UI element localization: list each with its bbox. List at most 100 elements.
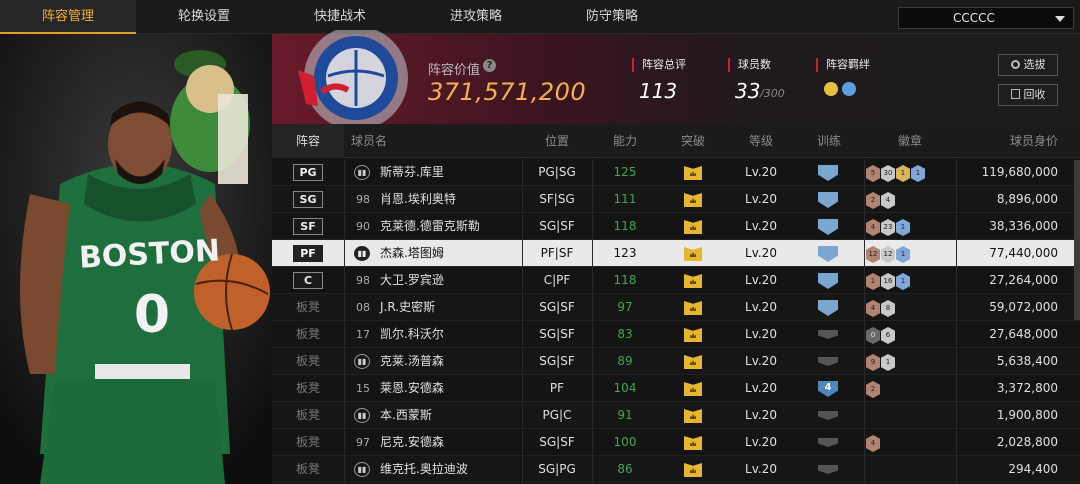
help-icon[interactable]: ? (483, 59, 496, 72)
player-name[interactable]: 克莱.汤普森 (380, 348, 444, 375)
badge-icon[interactable]: 4 (866, 300, 880, 317)
bond-gold-icon[interactable] (824, 82, 838, 96)
recycle-button[interactable]: 回收 (998, 84, 1058, 106)
table-row[interactable]: 板凳 08 J.R.史密斯 SG|SF 97 Lv.20 4 8 59,072,000 (272, 294, 1080, 321)
tab-offense-strategy[interactable]: 进攻策略 (408, 0, 544, 34)
col-player-name[interactable]: 球员名 (344, 124, 394, 158)
tab-quick-tactics[interactable]: 快捷战术 (272, 0, 408, 34)
breakthrough-crown-icon[interactable] (684, 220, 702, 234)
overall-rating-label: 阵容总评 (632, 58, 686, 72)
badge-icon[interactable]: 1 (896, 165, 910, 182)
badge-icon[interactable]: 12 (881, 246, 895, 263)
table-row[interactable]: 板凳 97 尼克.安德森 SG|SF 100 Lv.20 4 2,028,800 (272, 429, 1080, 456)
training-shield-icon[interactable] (818, 300, 838, 316)
col-level[interactable]: 等级 (728, 124, 794, 158)
column-divider (344, 321, 345, 348)
training-shield-icon[interactable] (818, 438, 838, 447)
player-level: Lv.20 (745, 219, 777, 233)
breakthrough-crown-icon[interactable] (684, 382, 702, 396)
training-shield-icon[interactable] (818, 165, 838, 181)
badge-icon[interactable]: 1 (896, 246, 910, 263)
badge-icon[interactable]: 4 (866, 435, 880, 452)
badge-icon[interactable]: 2 (866, 192, 880, 209)
table-row[interactable]: 板凳 ▮▮ 本.西蒙斯 PG|C 91 Lv.20 1,900,800 (272, 402, 1080, 429)
player-name[interactable]: 凯尔.科沃尔 (380, 321, 444, 348)
player-name[interactable]: 尼克.安德森 (380, 429, 444, 456)
badge-icon[interactable]: 9 (866, 354, 880, 371)
col-breakthrough[interactable]: 突破 (658, 124, 728, 158)
player-position: C|PF (543, 273, 571, 287)
lineup-value: 371,571,200 (428, 78, 587, 106)
badge-icon[interactable]: 30 (881, 165, 895, 182)
badge-icon[interactable]: 5 (866, 165, 880, 182)
breakthrough-crown-icon[interactable] (684, 463, 702, 477)
badge-icon[interactable]: 1 (896, 219, 910, 236)
badge-icon[interactable]: 4 (881, 192, 895, 209)
badge-icon[interactable]: 6 (881, 327, 895, 344)
breakthrough-crown-icon[interactable] (684, 166, 702, 180)
table-row[interactable]: PF ▮▮ 杰森.塔图姆 PF|SF 123 Lv.20 12 12 1 77,440,000 (272, 240, 1080, 267)
breakthrough-crown-icon[interactable] (684, 355, 702, 369)
col-lineup[interactable]: 阵容 (272, 124, 344, 158)
table-row[interactable]: 板凳 15 莱恩.安德森 PF 104 Lv.20 4 2 3,372,800 (272, 375, 1080, 402)
tab-defense-strategy[interactable]: 防守策略 (544, 0, 680, 34)
tab-rotation-settings[interactable]: 轮换设置 (136, 0, 272, 34)
table-row[interactable]: 板凳 ▮▮ 维克托.奥拉迪波 SG|PG 86 Lv.20 294,400 (272, 456, 1080, 483)
training-shield-icon[interactable] (818, 357, 838, 366)
badge-icon[interactable]: 1 (866, 273, 880, 290)
badge-icon[interactable]: 8 (881, 300, 895, 317)
player-name[interactable]: 杰森.塔图姆 (380, 240, 444, 267)
badge-icon[interactable]: 16 (881, 273, 895, 290)
player-name[interactable]: 肖恩.埃利奥特 (380, 186, 456, 213)
table-row[interactable]: PG ▮▮ 斯蒂芬.库里 PG|SG 125 Lv.20 5 30 1 1 119,680,000 (272, 159, 1080, 186)
breakthrough-crown-icon[interactable] (684, 247, 702, 261)
table-row[interactable]: 板凳 ▮▮ 克莱.汤普森 SG|SF 89 Lv.20 9 1 5,638,400 (272, 348, 1080, 375)
training-shield-icon[interactable] (818, 330, 838, 339)
player-name[interactable]: 大卫.罗宾逊 (380, 267, 444, 294)
player-name[interactable]: 莱恩.安德森 (380, 375, 444, 402)
player-level: Lv.20 (745, 300, 777, 314)
training-shield-icon[interactable] (818, 273, 838, 289)
badge-icon[interactable]: 1 (911, 165, 925, 182)
player-name[interactable]: 克莱德.德雷克斯勒 (380, 213, 480, 240)
badge-icon[interactable]: 2 (866, 381, 880, 398)
player-name[interactable]: J.R.史密斯 (380, 294, 435, 321)
player-name[interactable]: 维克托.奥拉迪波 (380, 456, 468, 483)
training-shield-icon[interactable] (818, 465, 838, 474)
table-row[interactable]: C 98 大卫.罗宾逊 C|PF 118 Lv.20 1 16 1 27,264,000 (272, 267, 1080, 294)
table-row[interactable]: 板凳 17 凯尔.科沃尔 SG|SF 83 Lv.20 0 6 27,648,000 (272, 321, 1080, 348)
team-dropdown[interactable]: CCCCC (898, 7, 1074, 29)
breakthrough-crown-icon[interactable] (684, 328, 702, 342)
col-position[interactable]: 位置 (522, 124, 592, 158)
training-shield-icon[interactable] (818, 219, 838, 235)
tab-lineup-management[interactable]: 阵容管理 (0, 0, 136, 34)
breakthrough-crown-icon[interactable] (684, 301, 702, 315)
player-name[interactable]: 斯蒂芬.库里 (380, 159, 444, 186)
breakthrough-crown-icon[interactable] (684, 274, 702, 288)
training-shield-icon[interactable]: 4 (818, 381, 838, 397)
bond-blue-icon[interactable] (842, 82, 856, 96)
badge-icon[interactable]: 1 (881, 354, 895, 371)
scrollbar[interactable] (1074, 160, 1080, 320)
column-divider (344, 159, 345, 186)
table-row[interactable]: SG 98 肖恩.埃利奥特 SF|SG 111 Lv.20 2 4 8,896,000 (272, 186, 1080, 213)
column-divider (344, 186, 345, 213)
col-badges[interactable]: 徽章 (864, 124, 956, 158)
badge-icon[interactable]: 0 (866, 327, 880, 344)
badge-icon[interactable]: 23 (881, 219, 895, 236)
training-shield-icon[interactable] (818, 192, 838, 208)
badge-icon[interactable]: 4 (866, 219, 880, 236)
col-ability[interactable]: 能力 (592, 124, 658, 158)
col-player-value[interactable]: 球员身价 (956, 124, 1080, 158)
col-training[interactable]: 训练 (794, 124, 864, 158)
breakthrough-crown-icon[interactable] (684, 409, 702, 423)
breakthrough-crown-icon[interactable] (684, 193, 702, 207)
breakthrough-crown-icon[interactable] (684, 436, 702, 450)
player-name[interactable]: 本.西蒙斯 (380, 402, 432, 429)
table-row[interactable]: SF 90 克莱德.德雷克斯勒 SG|SF 118 Lv.20 4 23 1 38,336,000 (272, 213, 1080, 240)
badge-icon[interactable]: 12 (866, 246, 880, 263)
badge-icon[interactable]: 1 (896, 273, 910, 290)
select-players-button[interactable]: 选拔 (998, 54, 1058, 76)
training-shield-icon[interactable] (818, 246, 838, 262)
training-shield-icon[interactable] (818, 411, 838, 420)
